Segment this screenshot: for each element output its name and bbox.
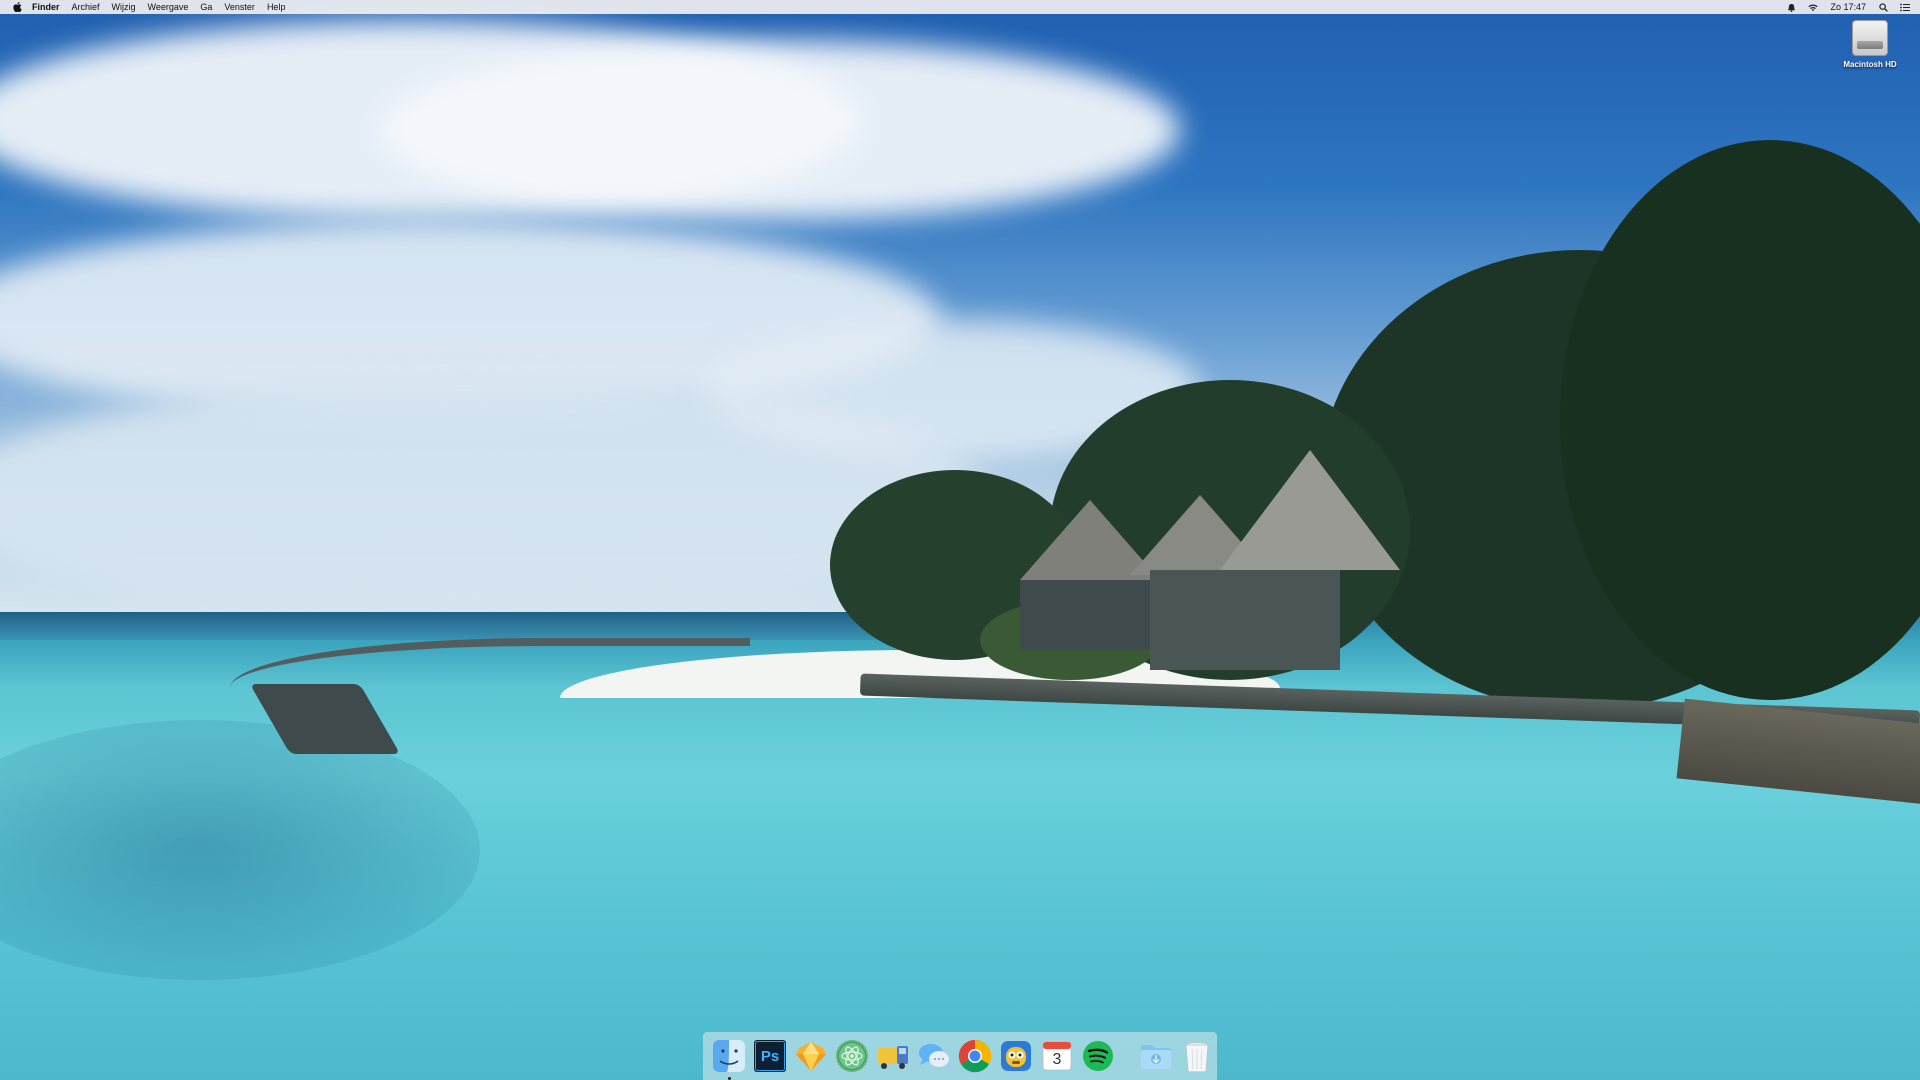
menu-venster[interactable]: Venster (224, 2, 255, 12)
desktop-wallpaper (0, 0, 1920, 1080)
hard-drive-icon (1852, 20, 1888, 56)
messages-icon (919, 1044, 949, 1067)
dock-app-finder[interactable] (711, 1038, 747, 1080)
dock-app-spotify[interactable] (1080, 1038, 1116, 1074)
dock-app-tweetbot[interactable] (998, 1038, 1034, 1074)
photoshop-label: Ps (760, 1047, 780, 1065)
menubar-clock[interactable]: Zo 17:47 (1830, 2, 1866, 12)
dock-app-chrome[interactable] (957, 1038, 993, 1074)
menu-app-name[interactable]: Finder (32, 2, 60, 12)
dock-app-messages[interactable] (916, 1038, 952, 1074)
calendar-day-label: 3 (1052, 1051, 1062, 1068)
menu-archief[interactable]: Archief (72, 2, 100, 12)
desktop-icon-label: Macintosh HD (1843, 60, 1897, 69)
atom-icon (836, 1040, 868, 1072)
search-icon[interactable] (1878, 2, 1888, 12)
apple-menu-icon[interactable] (10, 0, 24, 14)
dock: Ps 3 (703, 1032, 1217, 1080)
dock-app-calendar[interactable]: 3 (1039, 1038, 1075, 1074)
desktop-icon-macintosh-hd[interactable]: Macintosh HD (1830, 20, 1910, 69)
wifi-icon[interactable] (1808, 2, 1819, 12)
chrome-icon (958, 1039, 992, 1073)
finder-icon (713, 1040, 745, 1072)
menu-weergave[interactable]: Weergave (148, 2, 189, 12)
notification-center-icon[interactable] (1900, 2, 1910, 12)
spotify-icon (1083, 1041, 1113, 1071)
menu-ga[interactable]: Ga (200, 2, 212, 12)
tweetbot-icon (1001, 1041, 1031, 1071)
dock-folder-downloads[interactable] (1138, 1038, 1174, 1074)
dock-app-photoshop[interactable]: Ps (752, 1038, 788, 1074)
menubar-status-area: Zo 17:47 (1786, 2, 1910, 12)
menu-help[interactable]: Help (267, 2, 286, 12)
trash-icon (1185, 1042, 1209, 1073)
dock-app-transmit[interactable] (875, 1038, 911, 1074)
transmit-icon (878, 1046, 908, 1069)
menu-bar: Finder Archief Wijzig Weergave Ga Venste… (0, 0, 1920, 14)
dock-folder-trash[interactable] (1179, 1038, 1215, 1074)
menu-wijzig[interactable]: Wijzig (112, 2, 136, 12)
sketch-icon (796, 1042, 826, 1071)
notification-bell-icon[interactable] (1786, 2, 1796, 12)
dock-app-atom[interactable] (834, 1038, 870, 1074)
downloads-folder-icon (1141, 1045, 1171, 1069)
dock-app-sketch[interactable] (793, 1038, 829, 1074)
